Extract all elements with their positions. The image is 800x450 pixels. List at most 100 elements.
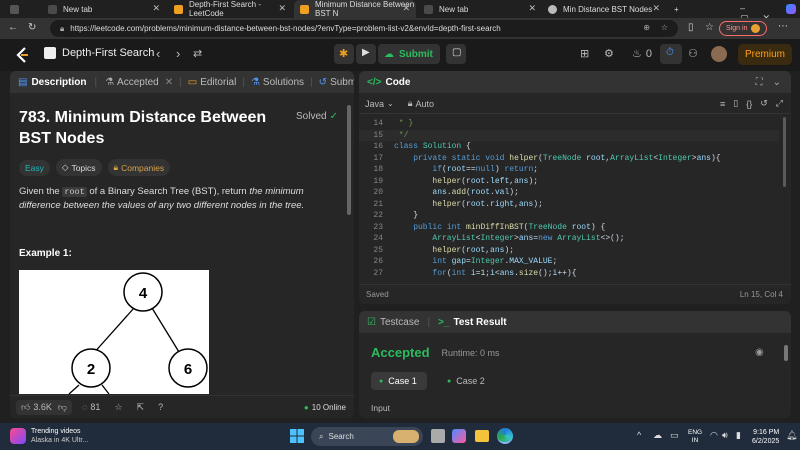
wifi-icon[interactable]: ◠: [710, 430, 718, 441]
news-widget[interactable]: Trending videos Alaska in 4K Ultr...: [10, 427, 88, 445]
tab-description[interactable]: ▤ Description: [10, 77, 86, 88]
code-line[interactable]: 16 class Solution {: [359, 141, 779, 153]
file-explorer-icon[interactable]: [475, 430, 489, 442]
code-line[interactable]: 17 private static void helper(TreeNode r…: [359, 153, 779, 165]
sidebar-icon[interactable]: ▯: [688, 22, 694, 33]
language-select[interactable]: Java ⌄: [365, 99, 394, 109]
leetcode-logo[interactable]: [16, 47, 30, 63]
timer-button[interactable]: ⏱: [660, 44, 682, 64]
edge-browser-icon[interactable]: [497, 428, 513, 444]
tab-accepted[interactable]: ⚗ Accepted ✕: [105, 77, 173, 88]
code-line[interactable]: 25 helper(root,ans);: [359, 245, 779, 257]
back-icon[interactable]: ←: [8, 22, 18, 33]
close-icon[interactable]: ✕: [152, 3, 160, 14]
topics-tag[interactable]: ◇ Topics: [55, 159, 102, 176]
code-line[interactable]: 22 }: [359, 210, 779, 222]
add-user-icon[interactable]: ⚇: [688, 47, 698, 60]
tab-test-result[interactable]: >_ Test Result: [438, 317, 507, 328]
next-problem-icon[interactable]: ›: [176, 46, 180, 61]
more-icon[interactable]: ⋯: [778, 21, 788, 32]
expand-icon[interactable]: ⛶: [756, 77, 763, 88]
new-tab-button[interactable]: +: [668, 0, 682, 18]
premium-button[interactable]: Premium: [738, 44, 793, 65]
tab-switcher[interactable]: [4, 0, 46, 18]
code-line[interactable]: 14 * }: [359, 118, 779, 130]
comments-button[interactable]: ◌ 81: [82, 402, 100, 412]
tab-submissions[interactable]: ↺Submissions: [319, 77, 354, 88]
scrollbar[interactable]: [347, 105, 351, 215]
submit-button[interactable]: ☁ Submit: [378, 44, 440, 64]
input-language[interactable]: ENG IN: [688, 429, 702, 445]
editor-scrollbar[interactable]: [783, 117, 786, 187]
help-icon[interactable]: ?: [158, 402, 163, 412]
refresh-icon[interactable]: ↻: [28, 22, 36, 33]
result-scrollbar[interactable]: [784, 345, 788, 361]
windows-start-icon[interactable]: [289, 428, 305, 444]
notes-icon[interactable]: ≡: [720, 99, 725, 109]
tab-editorial[interactable]: ▭ Editorial: [188, 77, 237, 88]
browser-tab-active[interactable]: Minimum Distance Between BST N ✕: [294, 0, 416, 18]
debug-button[interactable]: ✱: [334, 44, 354, 64]
bookmark-icon[interactable]: ▯: [733, 98, 738, 109]
speaker-icon[interactable]: 🔊︎: [722, 430, 728, 441]
reset-icon[interactable]: ↺: [760, 98, 768, 109]
close-icon[interactable]: ✕: [278, 3, 286, 14]
code-line[interactable]: 27 for(int i=1;i<ans.size();i++){: [359, 268, 779, 278]
copilot-app-icon[interactable]: [452, 429, 466, 443]
shuffle-icon[interactable]: ⇄: [193, 47, 202, 60]
problem-list-title[interactable]: Depth-First Search: [44, 47, 154, 59]
share-icon[interactable]: ⇱: [137, 402, 145, 413]
avatar[interactable]: [711, 46, 727, 62]
code-line[interactable]: 20 ans.add(root.val);: [359, 187, 779, 199]
browser-tab-new-2[interactable]: New tab ✕: [418, 0, 542, 18]
prev-problem-icon[interactable]: ‹: [156, 46, 160, 61]
notes-button[interactable]: ▢: [446, 44, 466, 64]
thumbs-down-icon[interactable]: 👎︎: [58, 402, 67, 413]
collapse-icon[interactable]: ⌄: [773, 77, 781, 88]
streak-counter[interactable]: ♨ 0: [632, 47, 652, 61]
code-line[interactable]: 15 */: [359, 129, 779, 141]
favorite-star-icon[interactable]: ☆: [661, 23, 668, 32]
code-line[interactable]: 21 helper(root.right,ans);: [359, 199, 779, 211]
chevron-up-icon[interactable]: ^: [637, 430, 641, 440]
favorites-icon[interactable]: ☆: [705, 22, 714, 33]
eye-icon[interactable]: ◉: [755, 347, 764, 358]
code-line[interactable]: 19 helper(root.left,ans);: [359, 176, 779, 188]
code-editor[interactable]: 14 * } 15 */16 class Solution {17 private …: [359, 115, 791, 277]
signin-button[interactable]: Sign in: [719, 21, 768, 36]
braces-icon[interactable]: {}: [746, 99, 752, 109]
run-button[interactable]: ▶: [356, 44, 376, 64]
url-input[interactable]: 🔒︎ https://leetcode.com/problems/minimum…: [50, 20, 678, 37]
notification-icon[interactable]: 🔔︎: [786, 430, 797, 441]
taskbar-search[interactable]: ⌕ Search: [311, 427, 423, 446]
like-button[interactable]: 👍︎ 3.6K 👎︎: [16, 399, 73, 415]
layout-icon[interactable]: ⊞: [580, 47, 589, 60]
code-line[interactable]: 23 public int minDiffInBST(TreeNode root…: [359, 222, 779, 234]
companies-tag[interactable]: 🔒︎ Companies: [107, 159, 171, 176]
copilot-icon[interactable]: [786, 4, 796, 14]
gear-icon[interactable]: ⚙: [604, 47, 614, 60]
battery-status-icon[interactable]: ▮: [736, 430, 741, 441]
case-2-tab[interactable]: ● Case 2: [439, 372, 493, 390]
close-icon[interactable]: ✕: [652, 3, 660, 14]
fullscreen-icon[interactable]: ⤢: [776, 98, 783, 109]
clock[interactable]: 9:16 PM 6/2/2025: [752, 428, 779, 446]
tab-testcase[interactable]: ☑ Testcase: [367, 317, 419, 328]
code-line[interactable]: 26 int gap=Integer.MAX_VALUE;: [359, 256, 779, 268]
code-line[interactable]: 18 if(root==null) return;: [359, 164, 779, 176]
cloud-icon[interactable]: ☁: [653, 430, 662, 441]
autocomplete-toggle[interactable]: 🔒︎ Auto: [408, 98, 434, 109]
close-icon[interactable]: ✕: [165, 77, 173, 88]
browser-tab-min-bst[interactable]: Min Distance BST Nodes ✕: [542, 0, 666, 18]
browser-tab-new-1[interactable]: New tab ✕: [42, 0, 166, 18]
zoom-icon[interactable]: ⊕: [643, 23, 650, 32]
close-icon[interactable]: ✕: [402, 3, 410, 14]
battery-icon[interactable]: ▭: [670, 430, 679, 441]
browser-tab-dfs[interactable]: Depth-First Search - LeetCode ✕: [168, 0, 292, 18]
code-line[interactable]: 24 ArrayList<Integer>ans=new ArrayList<>…: [359, 233, 779, 245]
tab-solutions[interactable]: ⚗ Solutions: [251, 77, 304, 88]
close-icon[interactable]: ✕: [528, 3, 536, 14]
task-view-icon[interactable]: [431, 429, 445, 443]
star-icon[interactable]: ☆: [114, 402, 122, 413]
case-1-tab[interactable]: ● Case 1: [371, 372, 427, 390]
